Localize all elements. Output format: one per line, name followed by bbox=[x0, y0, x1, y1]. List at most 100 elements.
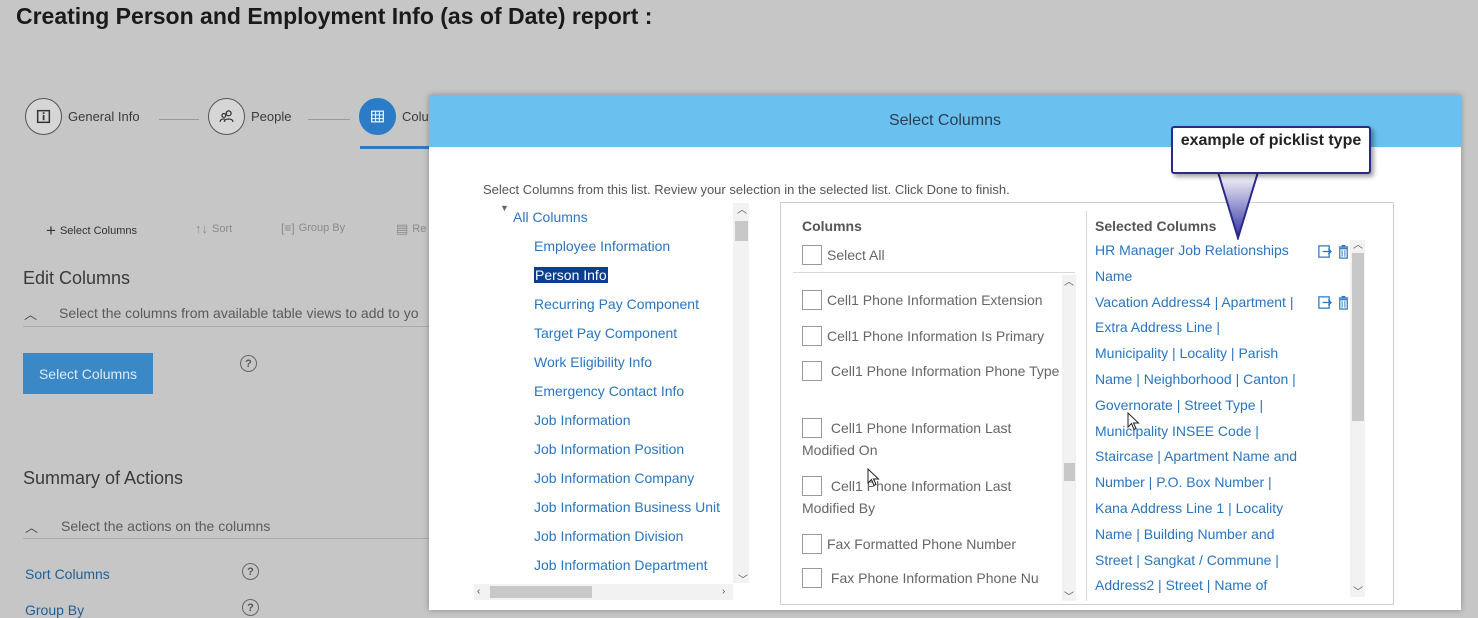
scroll-left-icon[interactable]: ‹ bbox=[477, 586, 480, 597]
selected-column-line[interactable]: Municipality | Locality | Parish bbox=[1095, 341, 1313, 367]
checkbox-label: Cell1 Phone Information Phone Type bbox=[830, 363, 1060, 379]
summary-subtitle: Select the actions on the columns bbox=[61, 518, 271, 534]
checkbox[interactable] bbox=[802, 245, 822, 265]
selected-column-line[interactable]: Name | Building Number and bbox=[1095, 522, 1313, 548]
collapse-caret-icon[interactable]: ︿ bbox=[24, 304, 37, 323]
columns-header: Columns bbox=[802, 218, 862, 234]
tree-item[interactable]: Recurring Pay Component bbox=[534, 296, 699, 312]
columns-scrollbar[interactable] bbox=[1062, 275, 1076, 601]
selected-column-line[interactable]: HR Manager Job Relationships bbox=[1095, 238, 1313, 264]
tree-vertical-scrollbar[interactable] bbox=[733, 203, 749, 583]
selected-column-line[interactable]: Name | Neighborhood | Canton | bbox=[1095, 367, 1313, 393]
trash-icon[interactable] bbox=[1336, 244, 1351, 264]
expand-triangle-icon[interactable]: ▼ bbox=[500, 203, 509, 213]
tree-item[interactable]: Work Eligibility Info bbox=[534, 354, 652, 370]
step-label: People bbox=[251, 109, 292, 124]
scrollbar-thumb[interactable] bbox=[1064, 463, 1075, 481]
edit-columns-title: Edit Columns bbox=[23, 268, 131, 288]
column-option[interactable]: Fax Phone Information Phone Nu bbox=[802, 567, 1062, 603]
scrollbar-thumb[interactable] bbox=[490, 586, 592, 598]
scroll-up-icon[interactable]: ︿ bbox=[1353, 236, 1363, 251]
column-option[interactable]: Cell1 Phone Information Last Modified By bbox=[802, 475, 1062, 519]
scrollbar-thumb[interactable] bbox=[1352, 253, 1364, 421]
scrollbar-thumb[interactable] bbox=[735, 221, 748, 241]
tree-root-all-columns[interactable]: All Columns bbox=[513, 209, 588, 225]
panel-divider bbox=[1086, 211, 1087, 601]
tree-item[interactable]: Target Pay Component bbox=[534, 325, 677, 341]
tree-item[interactable]: Emergency Contact Info bbox=[534, 383, 684, 399]
group-icon: [≡] bbox=[281, 221, 295, 235]
column-option[interactable]: Fax Formatted Phone Number bbox=[802, 533, 1062, 555]
scroll-down-icon[interactable]: ﹀ bbox=[738, 571, 748, 586]
plus-icon: + bbox=[46, 221, 56, 240]
step-people[interactable]: People bbox=[208, 98, 291, 135]
help-icon[interactable]: ? bbox=[242, 563, 259, 580]
sort-columns-link[interactable]: Sort Columns bbox=[25, 566, 110, 582]
checkbox-label: Cell1 Phone Information Last Modified On bbox=[802, 420, 1012, 458]
help-icon[interactable]: ? bbox=[240, 355, 257, 372]
collapse-caret-icon[interactable]: ︿ bbox=[25, 517, 38, 536]
tree-item[interactable]: Job Information Department bbox=[534, 557, 708, 573]
toolbar-label: Select Columns bbox=[59, 225, 137, 237]
select-all-checkbox[interactable]: Select All bbox=[802, 244, 1062, 266]
mouse-pointer-icon bbox=[1127, 412, 1140, 431]
toolbar-label: Re bbox=[412, 223, 427, 235]
move-icon[interactable] bbox=[1317, 295, 1332, 315]
checkbox[interactable] bbox=[802, 326, 822, 346]
active-step-indicator bbox=[360, 146, 430, 149]
column-option[interactable]: Cell1 Phone Information Phone Type bbox=[802, 360, 1062, 382]
checkbox[interactable] bbox=[802, 290, 822, 310]
page-title: Creating Person and Employment Info (as … bbox=[16, 3, 653, 29]
tree-item[interactable]: Job Information bbox=[534, 412, 631, 428]
checkbox[interactable] bbox=[802, 534, 822, 554]
group-by-toolbar-button[interactable]: [≡] Group By bbox=[281, 221, 345, 235]
tree-item-selected[interactable]: Person Info bbox=[534, 267, 608, 283]
checkbox[interactable] bbox=[802, 361, 822, 381]
step-label: Colu bbox=[402, 109, 429, 124]
scroll-down-icon[interactable]: ﹀ bbox=[1064, 588, 1074, 603]
tree-item[interactable]: Job Information Position bbox=[534, 441, 684, 457]
help-icon[interactable]: ? bbox=[242, 599, 259, 616]
move-icon[interactable] bbox=[1317, 244, 1332, 264]
checkbox[interactable] bbox=[802, 568, 822, 588]
selected-column-line[interactable]: Vacation Address4 | Apartment | bbox=[1095, 290, 1313, 316]
trash-icon[interactable] bbox=[1336, 295, 1351, 315]
selected-column-line[interactable]: Extra Address Line | bbox=[1095, 315, 1313, 341]
step-label: General Info bbox=[68, 109, 140, 124]
checkbox-label: Cell1 Phone Information Last Modified By bbox=[802, 478, 1012, 516]
selected-column-line[interactable]: Street | Sangkat / Commune | bbox=[1095, 548, 1313, 574]
step-general-info[interactable]: General Info bbox=[25, 98, 140, 135]
tree-item[interactable]: Job Information Company bbox=[534, 470, 694, 486]
checkbox[interactable] bbox=[802, 418, 822, 438]
re-toolbar-button[interactable]: ▤ Re bbox=[396, 221, 426, 237]
checkbox-label: Fax Phone Information Phone Nu bbox=[830, 570, 1039, 586]
column-option[interactable]: Cell1 Phone Information Is Primary bbox=[802, 325, 1062, 347]
scroll-down-icon[interactable]: ﹀ bbox=[1353, 583, 1363, 598]
selected-column-line[interactable]: Kana Address Line 1 | Locality bbox=[1095, 496, 1313, 522]
scroll-right-icon[interactable]: › bbox=[722, 586, 725, 597]
selected-column-line[interactable]: Number | P.O. Box Number | bbox=[1095, 470, 1313, 496]
column-option[interactable]: Cell1 Phone Information Last Modified On bbox=[802, 417, 1062, 461]
checkbox-label: Fax Formatted Phone Number bbox=[827, 536, 1017, 552]
scroll-up-icon[interactable]: ︿ bbox=[1064, 273, 1074, 288]
selected-column-line[interactable]: Name bbox=[1095, 264, 1313, 290]
row-actions bbox=[1317, 295, 1351, 315]
tree-item[interactable]: Job Information Business Unit bbox=[534, 499, 720, 515]
tree-item[interactable]: Employee Information bbox=[534, 238, 670, 254]
checkbox[interactable] bbox=[802, 476, 822, 496]
scroll-up-icon[interactable]: ︿ bbox=[737, 201, 747, 216]
selected-column-line[interactable]: Address2 | Street | Name of bbox=[1095, 573, 1313, 599]
row-actions bbox=[1317, 244, 1351, 264]
selected-column-line[interactable]: Staircase | Apartment Name and bbox=[1095, 444, 1313, 470]
select-columns-button[interactable]: Select Columns bbox=[23, 353, 153, 394]
divider bbox=[23, 326, 429, 327]
dialog-instructions: Select Columns from this list. Review yo… bbox=[483, 182, 1010, 197]
group-by-link[interactable]: Group By bbox=[25, 602, 84, 618]
sort-toolbar-button[interactable]: ↑↓ Sort bbox=[195, 221, 232, 236]
select-columns-toolbar-button[interactable]: + Select Columns bbox=[46, 221, 137, 241]
columns-panel: Columns Select All Cell1 Phone Informati… bbox=[780, 202, 1394, 605]
tree-item[interactable]: Job Information Division bbox=[534, 528, 683, 544]
checkbox-label: Cell1 Phone Information Extension bbox=[827, 292, 1043, 308]
step-columns[interactable]: Colu bbox=[359, 98, 429, 135]
column-option[interactable]: Cell1 Phone Information Extension bbox=[802, 289, 1062, 311]
